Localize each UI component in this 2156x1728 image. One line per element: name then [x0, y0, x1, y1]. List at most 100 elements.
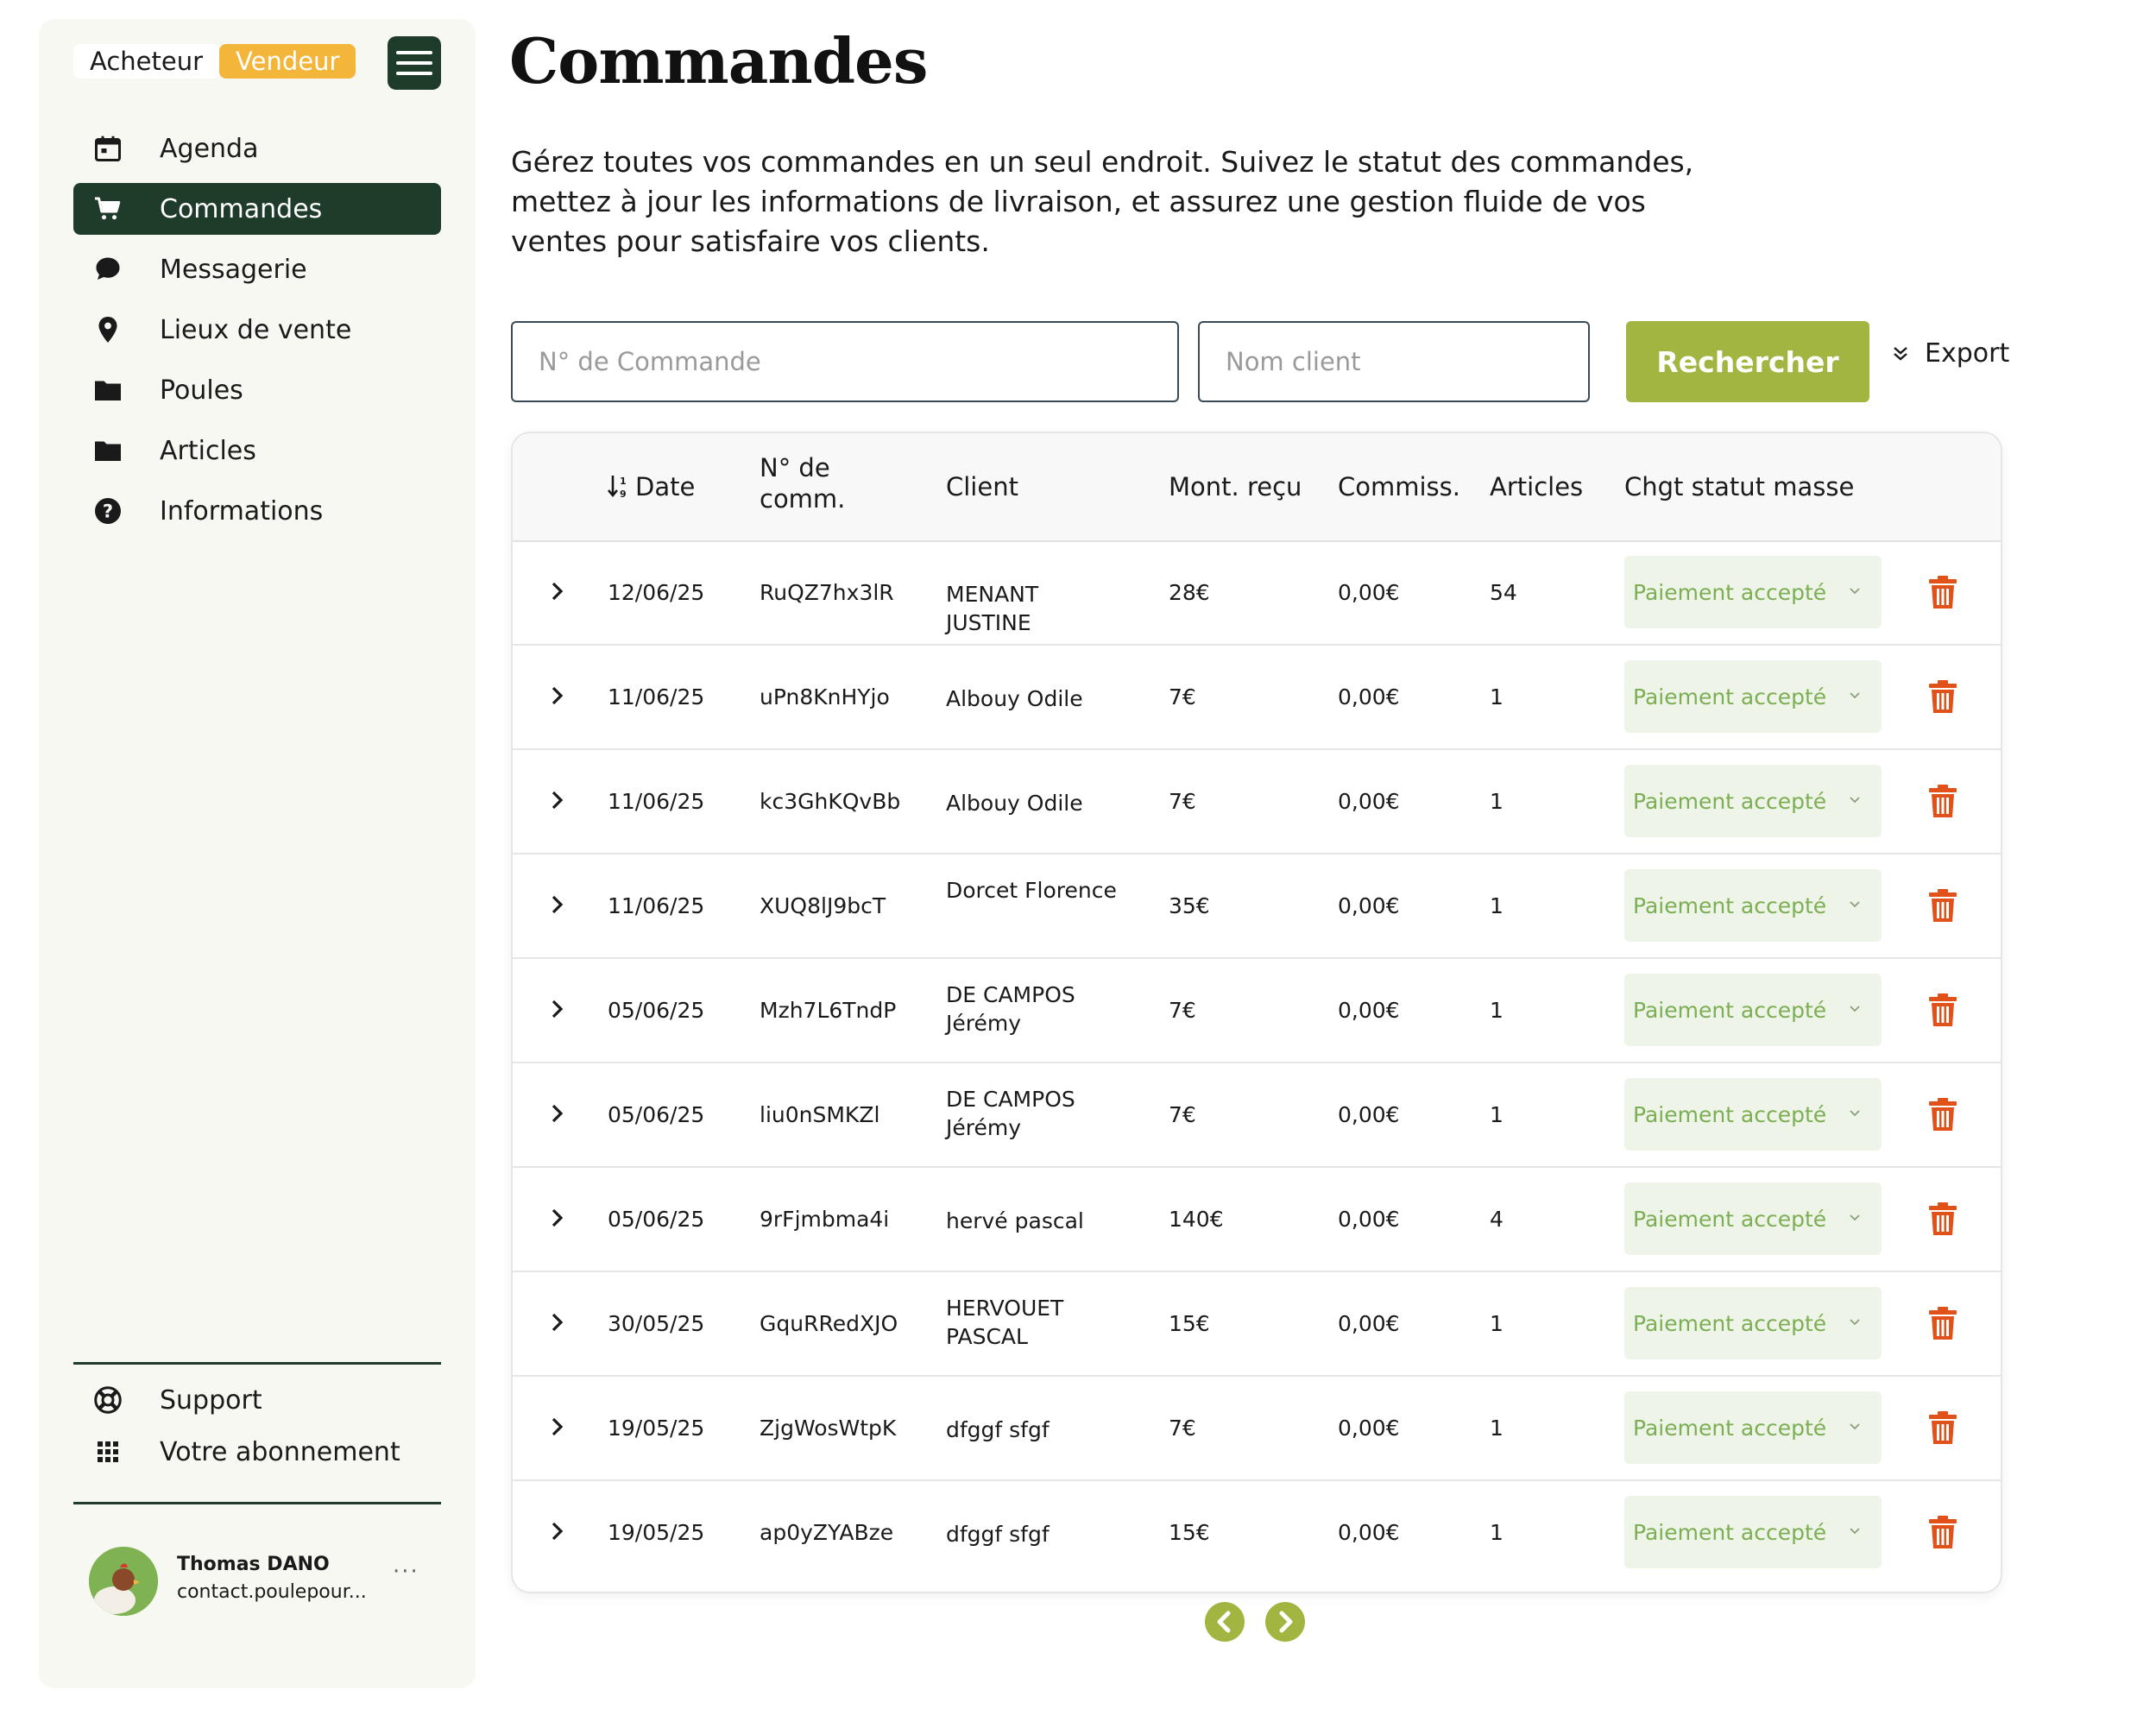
sidebar-item-articles[interactable]: Articles	[73, 425, 441, 476]
order-date: 30/05/25	[608, 1311, 705, 1336]
sidebar-bottom-nav: Support Votre abonnement	[73, 1376, 441, 1479]
commission: 0,00€	[1338, 1416, 1400, 1441]
status-select-value: Paiement accepté	[1633, 997, 1827, 1023]
articles-count: 54	[1490, 580, 1517, 605]
commission: 0,00€	[1338, 684, 1400, 709]
commission: 0,00€	[1338, 1102, 1400, 1127]
trash-icon[interactable]	[1928, 993, 1957, 1027]
chevron-left-circle-icon[interactable]	[1205, 1602, 1245, 1642]
svg-text:9: 9	[620, 489, 627, 500]
sidebar-item-informations[interactable]: ? Informations	[73, 485, 441, 537]
client-name-input[interactable]	[1198, 321, 1590, 402]
chevron-right-icon[interactable]	[545, 996, 570, 1022]
table-header: 1 9 Date N° de comm. Client Mont. reçu C…	[513, 433, 2001, 542]
table-row[interactable]: 05/06/25 liu0nSMKZl DE CAMPOS Jérémy 7€ 0,00…	[513, 1063, 2001, 1168]
status-select[interactable]: Paiement accepté	[1624, 1182, 1882, 1255]
amount-received: 7€	[1169, 1416, 1196, 1441]
chevron-right-icon[interactable]	[545, 1414, 570, 1440]
order-number: kc3GhKQvBb	[760, 789, 901, 814]
sidebar-item-label: Messagerie	[160, 254, 307, 285]
trash-icon[interactable]	[1928, 1515, 1957, 1549]
trash-icon[interactable]	[1928, 1410, 1957, 1445]
status-select[interactable]: Paiement accepté	[1624, 765, 1882, 837]
articles-count: 1	[1490, 998, 1504, 1023]
chevron-right-icon[interactable]	[545, 578, 570, 604]
sidebar-item-support[interactable]: Support	[73, 1376, 441, 1424]
search-button[interactable]: Rechercher	[1626, 321, 1869, 402]
sidebar-item-abonnement[interactable]: Votre abonnement	[73, 1428, 441, 1476]
articles-count: 1	[1490, 1311, 1504, 1336]
column-header-label: Date	[635, 472, 696, 501]
commission: 0,00€	[1338, 998, 1400, 1023]
lifebuoy-icon	[91, 1383, 125, 1417]
table-row[interactable]: 30/05/25 GquRRedXJO HERVOUET PASCAL 15€ 0,00…	[513, 1271, 2001, 1377]
orders-table: 1 9 Date N° de comm. Client Mont. reçu C…	[511, 432, 2002, 1593]
table-row[interactable]: 19/05/25 ap0yZYABze dfggf sfgf 15€ 0,00€ 1 Pai…	[513, 1480, 2001, 1586]
status-select[interactable]: Paiement accepté	[1624, 1391, 1882, 1464]
sidebar-item-poules[interactable]: Poules	[73, 364, 441, 416]
amount-received: 28€	[1169, 580, 1210, 605]
role-buyer-tab[interactable]: Acheteur	[73, 44, 220, 79]
status-select-value: Paiement accepté	[1633, 1519, 1827, 1545]
sidebar-item-lieux-de-vente[interactable]: Lieux de vente	[73, 304, 441, 356]
table-row[interactable]: 19/05/25 ZjgWosWtpK dfggf sfgf 7€ 0,00€ 1 Paie…	[513, 1376, 2001, 1481]
chevron-right-icon[interactable]	[545, 1309, 570, 1335]
chevron-right-icon[interactable]	[545, 1518, 570, 1544]
status-select[interactable]: Paiement accepté	[1624, 869, 1882, 942]
sidebar-item-agenda[interactable]: Agenda	[73, 123, 441, 174]
chevron-right-icon[interactable]	[545, 1205, 570, 1231]
trash-icon[interactable]	[1928, 1306, 1957, 1340]
chevron-right-icon[interactable]	[545, 787, 570, 813]
status-select-value: Paiement accepté	[1633, 1310, 1827, 1336]
table-row[interactable]: 11/06/25 uPn8KnHYjo Albouy Odile 7€ 0,00€ 1 Pa…	[513, 645, 2001, 750]
order-number: ap0yZYABze	[760, 1520, 894, 1545]
export-button[interactable]: Export	[1890, 338, 2009, 369]
hamburger-menu-icon	[396, 51, 432, 54]
order-date: 19/05/25	[608, 1416, 705, 1441]
role-toggle: Acheteur Vendeur	[73, 44, 356, 79]
column-header-date[interactable]: 1 9 Date	[608, 471, 695, 502]
role-seller-tab[interactable]: Vendeur	[219, 44, 356, 79]
hamburger-menu-button[interactable]	[388, 36, 441, 90]
trash-icon[interactable]	[1928, 888, 1957, 923]
client-name: DE CAMPOS Jérémy	[946, 1087, 1075, 1140]
table-row[interactable]: 05/06/25 9rFjmbma4i hervé pascal 140€ 0,00€ 4…	[513, 1167, 2001, 1272]
trash-icon[interactable]	[1928, 575, 1957, 609]
trash-icon[interactable]	[1928, 1097, 1957, 1132]
page-description: Gérez toutes vos commandes en un seul en…	[511, 145, 1694, 258]
order-number: XUQ8lJ9bcT	[760, 893, 886, 918]
status-select[interactable]: Paiement accepté	[1624, 556, 1882, 628]
chevron-right-icon[interactable]	[545, 892, 570, 918]
status-select[interactable]: Paiement accepté	[1624, 974, 1882, 1046]
order-date: 05/06/25	[608, 1102, 705, 1127]
status-select[interactable]: Paiement accepté	[1624, 1078, 1882, 1151]
help-circle-icon: ?	[91, 494, 125, 528]
sidebar-item-commandes[interactable]: Commandes	[73, 183, 441, 235]
chevron-right-icon[interactable]	[545, 683, 570, 709]
sidebar-item-label: Lieux de vente	[160, 314, 352, 345]
amount-received: 7€	[1169, 1102, 1196, 1127]
chevron-right-circle-icon[interactable]	[1265, 1602, 1305, 1642]
column-header-bulk-status: Chgt statut masse	[1624, 472, 1855, 501]
articles-count: 1	[1490, 893, 1504, 918]
table-row[interactable]: 12/06/25 RuQZ7hx3lR MENANT JUSTINE 28€ 0,00€…	[513, 540, 2001, 646]
status-select[interactable]: Paiement accepté	[1624, 1287, 1882, 1359]
client-name: Albouy Odile	[946, 791, 1083, 816]
sidebar-divider	[73, 1362, 441, 1365]
trash-icon[interactable]	[1928, 679, 1957, 714]
user-profile[interactable]: Thomas DANO contact.poulepour... ···	[89, 1547, 434, 1616]
table-row[interactable]: 11/06/25 kc3GhKQvBb Albouy Odile 7€ 0,00€ 1 Pa…	[513, 749, 2001, 855]
table-row[interactable]: 05/06/25 Mzh7L6TndP DE CAMPOS Jérémy 7€ 0,00…	[513, 958, 2001, 1063]
status-select[interactable]: Paiement accepté	[1624, 660, 1882, 733]
more-options-icon[interactable]: ···	[393, 1559, 419, 1585]
order-number-input[interactable]	[511, 321, 1179, 402]
order-date: 11/06/25	[608, 893, 705, 918]
chevron-right-icon[interactable]	[545, 1100, 570, 1126]
trash-icon[interactable]	[1928, 1201, 1957, 1236]
sidebar-item-label: Articles	[160, 435, 256, 466]
status-select[interactable]: Paiement accepté	[1624, 1496, 1882, 1568]
sidebar-item-messagerie[interactable]: Messagerie	[73, 243, 441, 295]
trash-icon[interactable]	[1928, 784, 1957, 818]
sidebar-item-label: Votre abonnement	[160, 1436, 400, 1467]
table-row[interactable]: 11/06/25 XUQ8lJ9bcT Dorcet Florence 35€ 0,00…	[513, 854, 2001, 959]
